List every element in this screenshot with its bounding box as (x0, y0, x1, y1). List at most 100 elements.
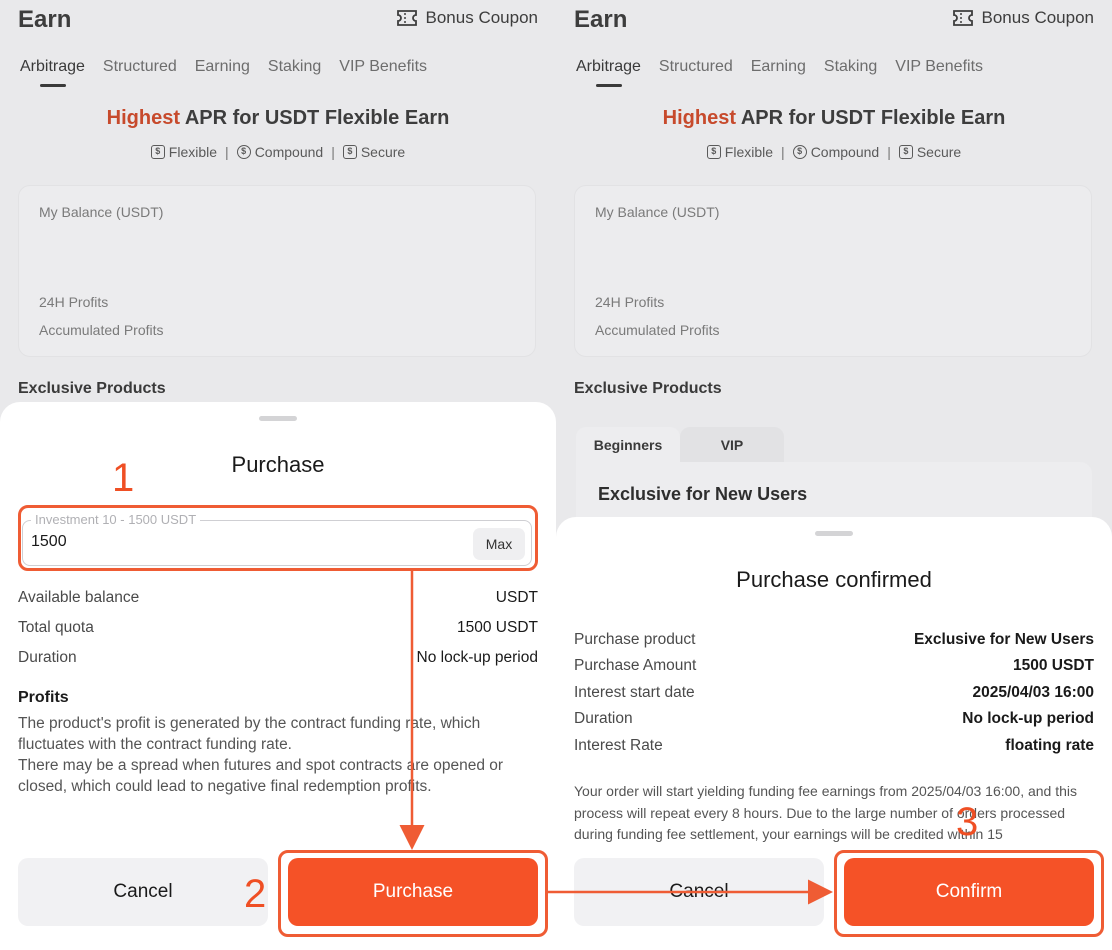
sheet-title: Purchase confirmed (736, 567, 932, 592)
investment-field[interactable]: Investment 10 - 1500 USDT Max (22, 513, 532, 566)
tab-structured[interactable]: Structured (103, 58, 177, 76)
coupon-icon (396, 10, 417, 26)
row-label: Duration (18, 649, 77, 666)
headline-highlight: Highest (662, 107, 737, 129)
headline-highlight: Highest (106, 107, 181, 129)
profits-description: The product's profit is generated by the… (18, 713, 538, 797)
max-button[interactable]: Max (473, 528, 525, 560)
page-title: Earn (574, 6, 628, 33)
flexible-icon: $ (150, 145, 165, 159)
row-label: Purchase product (574, 631, 696, 648)
confirmation-screen: Earn Bonus Coupon Arbitrage Structured E… (556, 0, 1112, 950)
balance-card: My Balance (USDT) 24H Profits Accumulate… (574, 185, 1092, 357)
profits-24h-label: 24H Profits (595, 294, 665, 310)
row-label: Available balance (18, 589, 140, 606)
tab-vip-benefits[interactable]: VIP Benefits (895, 58, 983, 76)
detail-row-interest-rate: Interest Rate floating rate (574, 737, 1094, 755)
feature-label: Secure (360, 144, 406, 160)
balance-label: My Balance (USDT) (595, 204, 720, 220)
exclusive-products-title: Exclusive Products (18, 380, 166, 397)
profits-paragraph: The product's profit is generated by the… (18, 715, 481, 753)
feature-list: $ Flexible | $ Compound | $ Secure (0, 144, 556, 160)
profits-title: Profits (18, 689, 69, 706)
confirmation-sheet: Purchase confirmed Purchase product Excl… (556, 517, 1112, 950)
balance-label: My Balance (USDT) (39, 204, 164, 220)
earn-tabs: Arbitrage Structured Earning Staking VIP… (20, 58, 427, 87)
balance-card: My Balance (USDT) 24H Profits Accumulate… (18, 185, 536, 357)
page-title: Earn (18, 6, 72, 33)
row-value: No lock-up period (416, 649, 538, 666)
tab-staking[interactable]: Staking (268, 58, 321, 76)
earn-tabs: Arbitrage Structured Earning Staking VIP… (576, 58, 983, 87)
tab-structured[interactable]: Structured (659, 58, 733, 76)
detail-row-interest-start-date: Interest start date 2025/04/03 16:00 (574, 684, 1094, 702)
bonus-coupon-label: Bonus Coupon (425, 8, 538, 27)
flexible-icon: $ (706, 145, 721, 159)
investment-input[interactable] (31, 533, 431, 551)
accumulated-profits-label: Accumulated Profits (39, 322, 164, 338)
row-label: Interest Rate (574, 737, 663, 754)
row-label: Purchase Amount (574, 657, 697, 674)
feature-divider: | (225, 144, 229, 160)
compound-icon: $ (236, 145, 251, 159)
feature-secure: $ Secure (342, 144, 406, 160)
sheet-title: Purchase (231, 452, 325, 477)
tab-arbitrage[interactable]: Arbitrage (576, 58, 641, 87)
tab-vip[interactable]: VIP (680, 427, 784, 463)
feature-list: $ Flexible | $ Compound | $ Secure (556, 144, 1112, 160)
tab-beginners[interactable]: Beginners (576, 427, 680, 463)
feature-flexible: $ Flexible (150, 144, 218, 160)
bonus-coupon-label: Bonus Coupon (981, 8, 1094, 27)
accumulated-profits-label: Accumulated Profits (595, 322, 720, 338)
tab-earning[interactable]: Earning (195, 58, 250, 76)
feature-secure: $ Secure (898, 144, 961, 160)
apr-headline: Highest APR for USDT Flexible Earn (0, 107, 556, 130)
row-value: Exclusive for New Users (913, 631, 1094, 648)
purchase-screen: Earn Bonus Coupon Arbitrage Structured E… (0, 0, 556, 950)
tab-vip-benefits[interactable]: VIP Benefits (339, 58, 427, 76)
sheet-drag-handle[interactable] (815, 531, 853, 536)
feature-label: Flexible (168, 144, 218, 160)
detail-row-purchase-amount: Purchase Amount 1500 USDT (574, 657, 1094, 675)
row-value: floating rate (1005, 737, 1094, 754)
bonus-coupon-button[interactable]: Bonus Coupon (396, 8, 538, 28)
tab-arbitrage[interactable]: Arbitrage (20, 58, 85, 87)
row-value: 1500 USDT (457, 619, 538, 636)
purchase-sheet: Purchase Investment 10 - 1500 USDT Max A… (0, 402, 556, 950)
secure-icon: $ (898, 145, 913, 159)
row-value: USDT (495, 589, 538, 606)
bonus-coupon-button[interactable]: Bonus Coupon (952, 8, 1094, 28)
confirm-button[interactable]: Confirm (844, 858, 1094, 926)
row-value: No lock-up period (962, 710, 1094, 727)
feature-compound: $ Compound (792, 144, 880, 160)
product-tabs: Beginners VIP (576, 427, 784, 463)
apr-headline: Highest APR for USDT Flexible Earn (556, 107, 1112, 130)
cancel-button[interactable]: Cancel (574, 858, 824, 926)
feature-label: Flexible (724, 144, 774, 160)
profits-paragraph: There may be a spread when futures and s… (18, 757, 504, 795)
row-label: Total quota (18, 619, 94, 636)
detail-row-purchase-product: Purchase product Exclusive for New Users (574, 631, 1094, 649)
cancel-button[interactable]: Cancel (18, 858, 268, 926)
coupon-icon (952, 10, 973, 26)
detail-row-duration: Duration No lock-up period (574, 710, 1094, 728)
tab-staking[interactable]: Staking (824, 58, 877, 76)
feature-label: Compound (810, 144, 880, 160)
compound-icon: $ (792, 145, 807, 159)
product-card-title: Exclusive for New Users (598, 484, 808, 504)
row-value: 1500 USDT (1013, 657, 1094, 674)
feature-compound: $ Compound (236, 144, 323, 160)
headline-text: APR for USDT Flexible Earn (180, 107, 450, 129)
tab-earning[interactable]: Earning (751, 58, 806, 76)
purchase-button[interactable]: Purchase (288, 858, 538, 926)
profits-24h-label: 24H Profits (39, 294, 109, 310)
detail-row-duration: Duration No lock-up period (18, 649, 538, 667)
investment-label: Investment 10 - 1500 USDT (31, 513, 201, 527)
row-value: 2025/04/03 16:00 (972, 684, 1094, 701)
feature-divider: | (887, 144, 891, 160)
sheet-drag-handle[interactable] (259, 416, 297, 421)
row-label: Interest start date (574, 684, 695, 701)
detail-row-available-balance: Available balance USDT (18, 589, 538, 607)
feature-divider: | (781, 144, 785, 160)
feature-divider: | (331, 144, 335, 160)
